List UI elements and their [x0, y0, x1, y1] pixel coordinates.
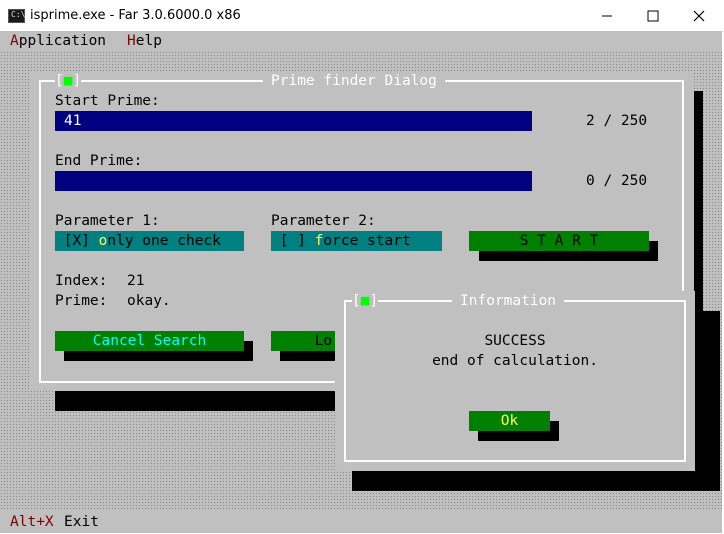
prime-dialog-title: Prime finder Dialog [263, 71, 445, 91]
maximize-icon [647, 10, 659, 21]
ok-button[interactable]: Ok [469, 411, 550, 431]
only-one-check-checkbox[interactable]: [X] only one check [55, 231, 244, 251]
menu-application-hotkey: A [10, 33, 19, 49]
prime-label: Prime: [55, 293, 108, 309]
cancel-search-button[interactable]: Cancel Search [55, 331, 244, 351]
checkbox-label: nly one check [107, 233, 221, 249]
checkbox-checked-mark: [X] [63, 233, 99, 249]
end-prime-label: End Prime: [55, 153, 143, 169]
start-button[interactable]: S T A R T [469, 231, 649, 251]
prime-dialog-close-marker[interactable]: [■] [55, 71, 82, 91]
info-dialog-close-marker[interactable]: [■] [352, 291, 379, 311]
checkbox-label: orce start [323, 233, 411, 249]
close-button[interactable] [676, 0, 722, 31]
window-title: isprime.exe - Far 3.0.6000.0 x86 [30, 8, 241, 23]
console-app-icon: C:\ [8, 9, 25, 23]
end-prime-input[interactable] [55, 171, 532, 191]
info-dialog-title: Information [452, 291, 565, 311]
end-prime-counter: 0 / 250 [586, 173, 648, 189]
partial-button[interactable]: Lo [271, 331, 340, 351]
info-message-line1: SUCCESS [484, 333, 546, 349]
status-bar: Alt+X Exit [0, 511, 722, 533]
exit-shortcut-label[interactable]: Exit [64, 512, 99, 532]
parameter-1-label: Parameter 1: [55, 213, 160, 229]
start-prime-counter: 2 / 250 [586, 113, 648, 129]
minimize-button[interactable] [584, 0, 630, 31]
maximize-button[interactable] [630, 0, 676, 31]
partial-button-label: Lo [314, 333, 333, 349]
index-label: Index: [55, 273, 108, 289]
parameter-2-label: Parameter 2: [271, 213, 376, 229]
index-value: 21 [127, 273, 145, 289]
force-start-checkbox[interactable]: [ ] force start [271, 231, 442, 251]
checkbox-unchecked-mark: [ ] [279, 233, 315, 249]
menu-help-hotkey: H [127, 33, 136, 49]
info-message-line2: end of calculation. [432, 353, 598, 369]
start-prime-label: Start Prime: [55, 93, 160, 109]
start-prime-value: 41 [64, 113, 82, 129]
menu-application[interactable]: Application [10, 31, 106, 51]
minimize-icon [602, 15, 612, 16]
start-prime-input[interactable]: 41 [55, 111, 532, 131]
exit-shortcut-key[interactable]: Alt+X [10, 512, 54, 532]
menu-help[interactable]: Help [127, 31, 162, 51]
menu-help-label: elp [135, 33, 162, 49]
menu-bar: Application Help [0, 31, 722, 51]
menu-application-label: pplication [18, 33, 107, 49]
prime-value: okay. [127, 293, 171, 309]
app-icon-glyph: C:\ [11, 10, 26, 19]
close-icon [693, 10, 705, 21]
